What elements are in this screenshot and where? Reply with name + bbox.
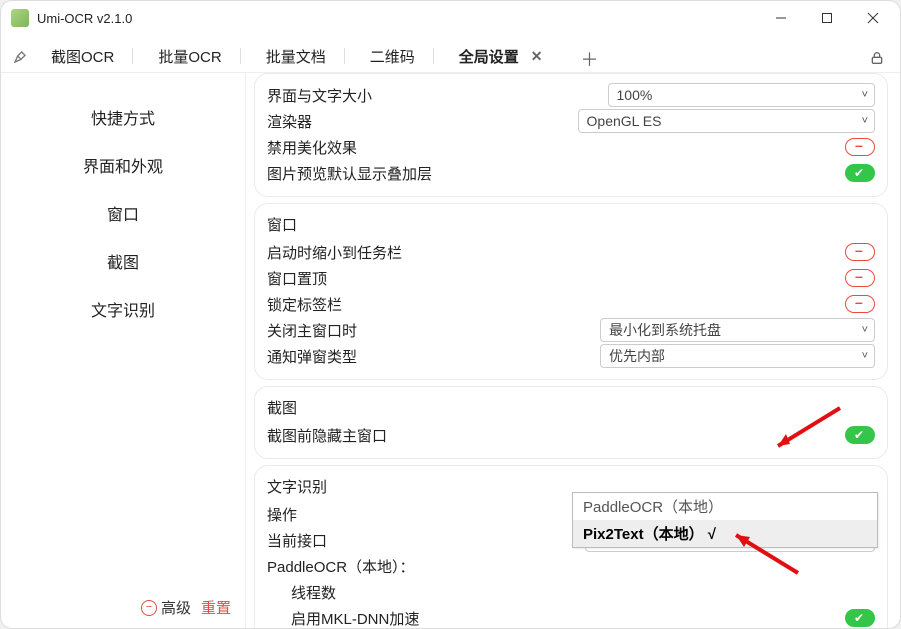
sidebar-item-ocr[interactable]: 文字识别 (1, 285, 245, 333)
tab-batch-doc[interactable]: 批量文档 (254, 40, 338, 72)
section-header-screenshot: 截图 (267, 395, 875, 422)
titlebar: Umi-OCR v2.1.0 (1, 1, 900, 35)
chevron-down-icon: ˅ (862, 89, 868, 101)
chevron-down-icon: ˅ (862, 115, 868, 127)
toggle-disable-beauty[interactable]: – (845, 138, 875, 156)
toggle-lock-tabbar[interactable]: – (845, 295, 875, 313)
minimize-button[interactable] (758, 3, 804, 33)
tab-label: 全局设置 (459, 46, 519, 67)
sidebar-item-label: 窗口 (107, 207, 139, 224)
chevron-down-icon: ˅ (862, 350, 868, 362)
settings-sidebar: 快捷方式 界面和外观 窗口 截图 文字识别 − 高级 重置 (1, 73, 246, 628)
sidebar-bottom-row: − 高级 重置 (1, 587, 245, 628)
tab-close-icon[interactable]: ✕ (531, 48, 543, 65)
row-start-minimized: 启动时缩小到任务栏 – (267, 239, 875, 265)
advanced-toggle[interactable]: − 高级 (141, 597, 191, 618)
advanced-label: 高级 (161, 597, 191, 618)
sidebar-item-window[interactable]: 窗口 (1, 189, 245, 237)
pin-icon[interactable] (9, 48, 33, 64)
sidebar-item-screenshot[interactable]: 截图 (1, 237, 245, 285)
dropdown-option-paddle[interactable]: PaddleOCR（本地） (573, 493, 877, 520)
panel-screenshot: 截图 截图前隐藏主窗口 ✔ (254, 386, 888, 459)
tab-label: 截图OCR (51, 46, 114, 67)
sidebar-item-label: 快捷方式 (91, 111, 155, 128)
sidebar-item-label: 截图 (107, 255, 139, 272)
tab-label: 二维码 (370, 46, 415, 67)
tab-screenshot-ocr[interactable]: 截图OCR (39, 40, 126, 72)
maximize-button[interactable] (804, 3, 850, 33)
row-always-on-top: 窗口置顶 – (267, 265, 875, 291)
select-notify-type[interactable]: 优先内部˅ (600, 344, 875, 368)
row-on-close: 关闭主窗口时 最小化到系统托盘˅ (267, 317, 875, 343)
row-disable-beauty: 禁用美化效果 – (267, 134, 875, 160)
close-button[interactable] (850, 3, 896, 33)
row-notify-type: 通知弹窗类型 优先内部˅ (267, 343, 875, 369)
chevron-down-icon: ˅ (862, 324, 868, 336)
app-icon (11, 9, 29, 27)
app-title: Umi-OCR v2.1.0 (37, 11, 132, 26)
panel-appearance-partial: 界面与文字大小 100%˅ 渲染器 OpenGL ES˅ 禁用美化效果 – 图片… (254, 73, 888, 197)
sidebar-item-shortcut[interactable]: 快捷方式 (1, 93, 245, 141)
row-hide-before-shot: 截图前隐藏主窗口 ✔ (267, 422, 875, 448)
api-dropdown[interactable]: PaddleOCR（本地） Pix2Text（本地） √ (572, 492, 878, 548)
minus-circle-icon: − (141, 600, 157, 616)
sidebar-item-appearance[interactable]: 界面和外观 (1, 141, 245, 189)
row-ui-font-size: 界面与文字大小 100%˅ (267, 82, 875, 108)
tab-label: 批量OCR (158, 46, 221, 67)
panel-window: 窗口 启动时缩小到任务栏 – 窗口置顶 – 锁定标签栏 – 关闭主窗口时 最小化… (254, 203, 888, 380)
tab-batch-ocr[interactable]: 批量OCR (146, 40, 233, 72)
toggle-always-on-top[interactable]: – (845, 269, 875, 287)
tab-global-settings[interactable]: 全局设置 ✕ (447, 40, 555, 72)
toggle-start-minimized[interactable]: – (845, 243, 875, 261)
row-lock-tabbar: 锁定标签栏 – (267, 291, 875, 317)
toggle-hide-before-shot[interactable]: ✔ (845, 426, 875, 444)
row-threads: 线程数 (267, 579, 875, 605)
add-tab-button[interactable]: ＋ (574, 46, 604, 72)
dropdown-option-pix2text[interactable]: Pix2Text（本地） √ (573, 520, 877, 547)
sidebar-item-label: 文字识别 (91, 303, 155, 320)
tab-label: 批量文档 (266, 46, 326, 67)
lock-icon[interactable] (862, 50, 892, 66)
row-renderer: 渲染器 OpenGL ES˅ (267, 108, 875, 134)
select-on-close[interactable]: 最小化到系统托盘˅ (600, 318, 875, 342)
toggle-preview-overlay[interactable]: ✔ (845, 164, 875, 182)
toggle-mkl-dnn[interactable]: ✔ (845, 609, 875, 627)
tab-bar: 截图OCR 批量OCR 批量文档 二维码 全局设置 ✕ ＋ (1, 35, 900, 73)
row-mkl-dnn: 启用MKL-DNN加速 ✔ (267, 605, 875, 628)
select-font-size[interactable]: 100%˅ (608, 83, 876, 107)
row-paddle-header: PaddleOCR（本地）： (267, 553, 875, 579)
reset-button[interactable]: 重置 (201, 597, 231, 618)
tab-qrcode[interactable]: 二维码 (358, 40, 427, 72)
sidebar-item-label: 界面和外观 (83, 159, 163, 176)
row-preview-overlay: 图片预览默认显示叠加层 ✔ (267, 160, 875, 186)
select-renderer[interactable]: OpenGL ES˅ (578, 109, 876, 133)
section-header-window: 窗口 (267, 212, 875, 239)
